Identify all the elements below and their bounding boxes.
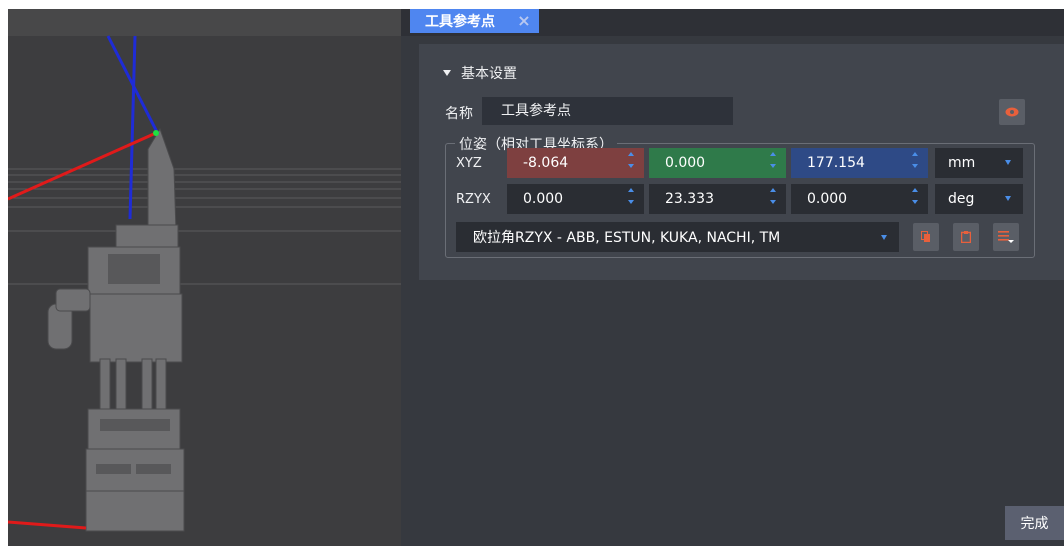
section-toggle[interactable]: 基本设置 [443, 63, 517, 83]
robot-tool-scene [8, 35, 401, 532]
rotation-convention-select[interactable]: 欧拉角RZYX - ABB, ESTUN, KUKA, NACHI, TM [456, 222, 899, 252]
visibility-button[interactable] [999, 99, 1025, 125]
length-unit-select[interactable]: mm [935, 148, 1023, 178]
y-spinbox[interactable]: 0.000 [649, 148, 786, 178]
name-input[interactable]: 工具参考点 [482, 97, 733, 125]
eye-icon [1005, 107, 1019, 117]
rz-spinbox[interactable]: 0.000 [507, 184, 644, 214]
tab-bar: 工具参考点 × [401, 9, 1064, 36]
spin-arrows-icon[interactable] [628, 152, 636, 174]
dropdown-arrow-icon [1005, 196, 1011, 201]
ry-spinbox[interactable]: 23.333 [649, 184, 786, 214]
pose-group: 位姿（相对工具坐标系） XYZ -8.064 0.000 177.154 mm … [445, 134, 1035, 258]
angle-unit-select[interactable]: deg [935, 184, 1023, 214]
rx-spinbox[interactable]: 0.000 [791, 184, 928, 214]
menu-icon [998, 231, 1014, 243]
close-icon[interactable]: × [515, 12, 533, 30]
z-spinbox[interactable]: 177.154 [791, 148, 928, 178]
xyz-label: XYZ [456, 156, 482, 171]
rotation-convention-value: 欧拉角RZYX - ABB, ESTUN, KUKA, NACHI, TM [473, 230, 781, 246]
angle-unit-value: deg [948, 191, 975, 207]
spin-arrows-icon[interactable] [770, 188, 778, 210]
spin-arrows-icon[interactable] [770, 152, 778, 174]
spin-arrows-icon[interactable] [912, 152, 920, 174]
x-spinbox[interactable]: -8.064 [507, 148, 644, 178]
ry-value: 23.333 [665, 191, 714, 207]
z-value: 177.154 [807, 155, 865, 171]
tab-tool-reference-point[interactable]: 工具参考点 × [410, 9, 539, 33]
length-unit-value: mm [948, 155, 976, 171]
caret-down-icon [443, 70, 451, 76]
menu-button[interactable] [993, 223, 1019, 251]
tab-label: 工具参考点 [425, 14, 495, 30]
clipboard-icon [961, 231, 971, 243]
rx-value: 0.000 [807, 191, 848, 207]
spin-arrows-icon[interactable] [628, 188, 636, 210]
y-value: 0.000 [665, 155, 706, 171]
name-label: 名称 [445, 106, 473, 122]
spin-arrows-icon[interactable] [912, 188, 920, 210]
copy-icon [921, 231, 930, 242]
section-title: 基本设置 [461, 66, 517, 82]
done-button[interactable]: 完成 [1005, 506, 1064, 540]
3d-viewport[interactable] [8, 9, 401, 546]
paste-button[interactable] [953, 223, 979, 251]
x-value: -8.064 [523, 155, 569, 171]
dropdown-arrow-icon [1005, 160, 1011, 165]
rzyx-label: RZYX [456, 192, 491, 207]
property-panel-area: 工具参考点 × 基本设置 名称 工具参考点 位姿（相对工具坐标系） XYZ -8… [401, 9, 1064, 546]
dropdown-arrow-icon [881, 235, 887, 240]
copy-button[interactable] [913, 223, 939, 251]
basic-settings-panel: 基本设置 名称 工具参考点 位姿（相对工具坐标系） XYZ -8.064 0.0… [419, 44, 1064, 280]
rz-value: 0.000 [523, 191, 564, 207]
